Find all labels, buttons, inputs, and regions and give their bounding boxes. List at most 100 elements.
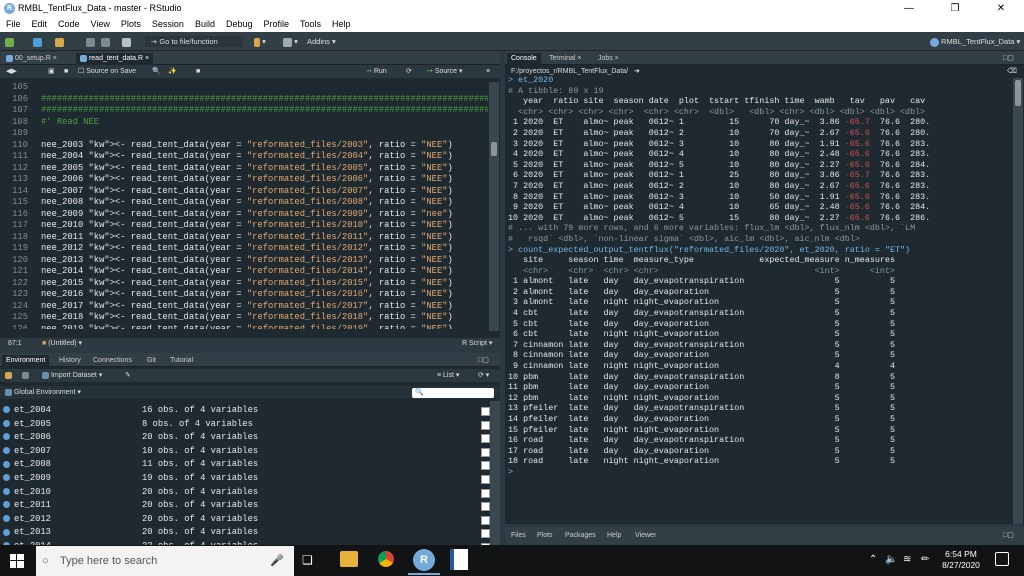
new-file-icon[interactable]	[5, 36, 14, 47]
tab-read-tent-data[interactable]: read_tent_data.R ×	[76, 53, 154, 65]
task-view-icon[interactable]: ❏	[302, 553, 313, 567]
save-workspace-icon[interactable]	[22, 369, 29, 382]
layout-icon[interactable]: ▾	[283, 36, 298, 47]
tab-files[interactable]: Files	[507, 530, 530, 542]
show-in-window-icon[interactable]: ▣	[48, 65, 55, 78]
taskbar-search-box[interactable]: ○ Type here to search 🎤	[36, 546, 294, 576]
code-line[interactable]: 105	[0, 82, 488, 94]
load-workspace-icon[interactable]	[5, 369, 12, 382]
console-scrollbar[interactable]	[1013, 78, 1023, 524]
code-line[interactable]: 107 #####################################…	[0, 105, 488, 117]
vcs-icon[interactable]: ▾	[254, 36, 266, 47]
env-variable-row[interactable]: et_2009 19 obs. of 4 variables	[3, 473, 258, 487]
dataframe-icon[interactable]	[3, 406, 10, 414]
volume-icon[interactable]: 🔈	[885, 554, 897, 565]
code-line[interactable]: 114 nee_2007 "kw"><- read_tent_data(year …	[0, 186, 488, 198]
menu-plots[interactable]: Plots	[115, 18, 146, 29]
dataframe-icon[interactable]	[3, 433, 10, 441]
code-line[interactable]: 119 nee_2012 "kw"><- read_tent_data(year …	[0, 243, 488, 255]
editor-scrollbar[interactable]	[489, 82, 499, 331]
tab-jobs[interactable]: Jobs ×	[594, 53, 623, 65]
source-on-save-checkbox[interactable]: ☐ Source on Save	[78, 65, 136, 78]
env-variable-row[interactable]: et_2004 16 obs. of 4 variables	[3, 405, 258, 419]
open-project-icon[interactable]	[33, 36, 42, 47]
env-variable-row[interactable]: et_2013 20 obs. of 4 variables	[3, 527, 258, 541]
menu-build[interactable]: Build	[189, 18, 220, 29]
view-table-icon[interactable]	[481, 529, 490, 539]
menu-tools[interactable]: Tools	[294, 18, 326, 29]
code-line[interactable]: 117 nee_2010 "kw"><- read_tent_data(year …	[0, 220, 488, 232]
code-line[interactable]: 116 nee_2009 "kw"><- read_tent_data(year …	[0, 209, 488, 221]
view-table-icon[interactable]	[481, 502, 490, 512]
code-line[interactable]: 106 #####################################…	[0, 94, 488, 106]
view-table-icon[interactable]	[481, 407, 490, 416]
tab-environment[interactable]: Environment	[2, 355, 50, 367]
tab-00-setup[interactable]: 00_setup.R ×	[2, 53, 61, 65]
language-icon[interactable]: ✏	[921, 554, 929, 565]
chrome-icon[interactable]	[377, 550, 395, 568]
outline-icon[interactable]: ≡	[486, 65, 490, 78]
scope-indicator[interactable]: ■ (Untitled) ▾	[42, 338, 82, 350]
code-line[interactable]: 109	[0, 128, 488, 140]
tab-packages[interactable]: Packages	[561, 530, 600, 542]
dataframe-icon[interactable]	[3, 514, 10, 522]
code-line[interactable]: 125 nee_2018 "kw"><- read_tent_data(year …	[0, 312, 488, 324]
clear-console-icon[interactable]: ⌫	[1007, 65, 1017, 78]
code-line[interactable]: 112 nee_2005 "kw"><- read_tent_data(year …	[0, 163, 488, 175]
global-environment-dropdown[interactable]: Global Environment ▾	[5, 386, 81, 399]
open-file-icon[interactable]	[55, 36, 64, 47]
dataframe-icon[interactable]	[3, 419, 10, 427]
refresh-icon[interactable]: ⟳ ▾	[478, 369, 489, 382]
tab-git[interactable]: Git	[143, 355, 160, 367]
goto-file-input[interactable]: ➜ Go to file/function	[145, 36, 243, 47]
dataframe-icon[interactable]	[3, 501, 10, 509]
dataframe-icon[interactable]	[3, 460, 10, 468]
env-variable-row[interactable]: et_2006 20 obs. of 4 variables	[3, 432, 258, 446]
env-variable-row[interactable]: et_2007 10 obs. of 4 variables	[3, 446, 258, 460]
code-line[interactable]: 118 nee_2011 "kw"><- read_tent_data(year …	[0, 232, 488, 244]
minimize-console-icon[interactable]: □▢	[999, 53, 1018, 65]
tab-plots[interactable]: Plots	[533, 530, 557, 542]
minimize-pane-icon[interactable]: □▢	[474, 355, 493, 367]
clock[interactable]: 6:54 PM 8/27/2020	[935, 549, 987, 571]
env-variable-row[interactable]: et_2010 20 obs. of 4 variables	[3, 487, 258, 501]
search-icon[interactable]: 🔍	[152, 65, 161, 78]
env-variable-row[interactable]: et_2011 20 obs. of 4 variables	[3, 500, 258, 514]
code-line[interactable]: 111 nee_2004 "kw"><- read_tent_data(year …	[0, 151, 488, 163]
minimize-icon[interactable]: —	[886, 0, 932, 18]
list-view-button[interactable]: ≡ List ▾	[437, 369, 459, 382]
windows-start-icon[interactable]	[10, 554, 24, 568]
menu-file[interactable]: File	[0, 18, 26, 29]
dataframe-icon[interactable]	[3, 446, 10, 454]
project-menu[interactable]: RMBL_TentFlux_Data ▾	[930, 36, 1020, 47]
dataframe-icon[interactable]	[3, 474, 10, 482]
code-line[interactable]: 123 nee_2016 "kw"><- read_tent_data(year …	[0, 289, 488, 301]
code-line[interactable]: 110 nee_2003 "kw"><- read_tent_data(year …	[0, 140, 488, 152]
view-table-icon[interactable]	[481, 461, 490, 471]
file-explorer-icon[interactable]	[340, 551, 358, 567]
print-icon[interactable]	[122, 36, 131, 47]
code-editor[interactable]: 105 106 ##################################…	[0, 82, 488, 329]
view-table-icon[interactable]	[481, 488, 490, 498]
tab-connections[interactable]: Connections	[89, 355, 136, 367]
maximize-icon[interactable]: ❐	[932, 0, 978, 18]
microphone-icon[interactable]: 🎤	[270, 546, 284, 576]
wifi-icon[interactable]: ≋	[903, 554, 911, 565]
file-type[interactable]: R Script ▾	[462, 338, 492, 350]
env-variable-row[interactable]: et_2008 11 obs. of 4 variables	[3, 459, 258, 473]
env-search-input[interactable]: 🔍	[412, 388, 494, 398]
restore-pane-icon[interactable]: □▢	[999, 530, 1018, 542]
menu-help[interactable]: Help	[326, 18, 356, 29]
compile-icon[interactable]: ■	[196, 65, 200, 78]
rstudio-taskbar-icon[interactable]: R	[413, 549, 435, 571]
code-line[interactable]: 121 nee_2014 "kw"><- read_tent_data(year …	[0, 266, 488, 278]
env-variable-row[interactable]: et_2012 20 obs. of 4 variables	[3, 514, 258, 528]
editor-scroll-thumb[interactable]	[491, 142, 497, 156]
dataframe-icon[interactable]	[3, 528, 10, 536]
tab-history[interactable]: History	[55, 355, 85, 367]
view-table-icon[interactable]	[481, 434, 490, 444]
code-line[interactable]: 120 nee_2013 "kw"><- read_tent_data(year …	[0, 255, 488, 267]
menu-view[interactable]: View	[85, 18, 115, 29]
tray-chevron-icon[interactable]: ⌃	[869, 554, 877, 565]
menu-edit[interactable]: Edit	[26, 18, 53, 29]
